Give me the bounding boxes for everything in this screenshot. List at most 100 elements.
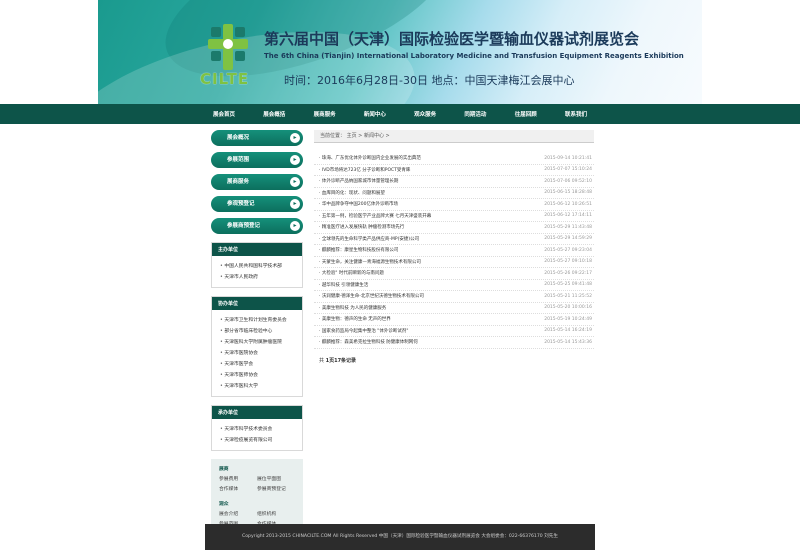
chevron-right-icon: ▸ <box>290 133 300 143</box>
news-title[interactable]: · 大检验" 时代前瞬新的与南问题 <box>319 270 384 276</box>
link-exhibitor-register[interactable]: 参展商预登记 <box>257 485 295 492</box>
link-organization[interactable]: 组织机构 <box>257 510 295 517</box>
news-date: 2015-06-12 17:14:11 <box>544 213 592 219</box>
news-title[interactable]: · 麒麟推荐：森美希克拉生物科技 防健康体制网何 <box>319 339 418 345</box>
cosponsor-heading: 协办单位 <box>212 297 302 310</box>
news-list: · 珠海、广东优化体外诊断国内企业发展的实出典范 2015-09-14 10:21… <box>314 153 594 349</box>
news-item[interactable]: · 麒麟推荐：康星生物科技股份有限公司 2015-05-27 09:23:04 <box>314 245 594 257</box>
news-date: 2015-05-29 11:43:48 <box>544 224 592 230</box>
sidebar-button-overview[interactable]: 展会概况 ▸ <box>211 130 303 146</box>
news-date: 2015-05-26 09:22:17 <box>544 270 592 276</box>
news-item[interactable]: · 血库目的化：现状、问题和展望 2015-06-15 18:28:48 <box>314 188 594 199</box>
list-item: 天津市卫生和计划生育委员会 <box>220 315 298 326</box>
cosponsor-box: 协办单位 天津市卫生和计划生育委员会 部分省市临床检验中心 天津医科大学附属肿瘤… <box>211 296 303 397</box>
header-banner: CILTE 第六届中国（天津）国际检验医学暨输血仪器试剂展览会 The 6th … <box>98 0 702 104</box>
news-item[interactable]: · 精准医疗进入发展快轨 肿瘤检测市场先行 2015-05-29 11:43:48 <box>314 222 594 234</box>
breadcrumb[interactable]: 当前位置： 主页 > 新闻中心 > <box>314 130 594 143</box>
news-date: 2015-06-12 10:26:51 <box>544 201 592 207</box>
news-item[interactable]: · IVD市场将达723亿 分子诊断和POCT受青睐 2015-07-07 15:… <box>314 165 594 176</box>
event-info: 时间：2016年6月28日-30日 地点：中国天津梅江会展中心 <box>284 74 575 87</box>
nav-item-events[interactable]: 同期活动 <box>464 110 486 118</box>
news-date: 2015-07-06 09:52:10 <box>544 178 592 184</box>
news-title[interactable]: · 体外诊断产品纳国家城市体量管理长期 <box>319 178 398 184</box>
page-title: 第六届中国（天津）国际检验医学暨输血仪器试剂展览会 <box>264 30 640 48</box>
news-item[interactable]: · 美康生物：德声的生命 无声的世界 2015-05-19 10:24:49 <box>314 314 594 326</box>
news-title[interactable]: · 天蒙生命，关注健康—青海福源生物技术有限公司 <box>319 259 421 265</box>
link-exhibit-fee[interactable]: 参展费用 <box>219 475 257 482</box>
news-item[interactable]: · 五年第一例，检验医学产业品牌大赛 七月天津盛装开幕 2015-06-12 17… <box>314 211 594 222</box>
sidebar-button-label: 展会概况 <box>227 135 250 141</box>
sidebar-button-label: 参观预登记 <box>227 201 255 207</box>
list-item: 天津医科大学附属肿瘤医院 <box>220 337 298 348</box>
news-date: 2015-05-25 09:41:48 <box>544 282 592 288</box>
news-item[interactable]: · 天蒙生命，关注健康—青海福源生物技术有限公司 2015-05-27 09:10… <box>314 257 594 268</box>
news-title[interactable]: · 美康生物科技 为人民的健康服务 <box>319 305 386 311</box>
nav-item-review[interactable]: 往届回顾 <box>515 110 537 118</box>
news-title[interactable]: · 华中品牌争夺中国200亿体外诊断市场 <box>319 201 398 207</box>
news-date: 2015-05-27 09:10:18 <box>544 259 592 265</box>
news-date: 2015-05-27 09:23:04 <box>544 247 592 253</box>
nav-item-contact[interactable]: 联系我们 <box>565 110 587 118</box>
sidebar-button-scope[interactable]: 参展范围 ▸ <box>211 152 303 168</box>
news-item[interactable]: · 体外诊断产品纳国家城市体量管理长期 2015-07-06 09:52:10 <box>314 176 594 188</box>
news-title[interactable]: · 国家食药监局今起集中整治 "体外诊断试剂" <box>319 328 408 334</box>
chevron-right-icon: ▸ <box>290 199 300 209</box>
list-item: 天津检疫展览有限公司 <box>220 435 298 446</box>
list-item: 部分省市临床检验中心 <box>220 326 298 337</box>
news-date: 2015-05-20 10:00:16 <box>544 305 592 311</box>
cilte-logo-icon <box>208 24 248 70</box>
sidebar-button-visitor-register[interactable]: 参观预登记 ▸ <box>211 196 303 212</box>
sidebar-button-exhibitor-service[interactable]: 展商服务 ▸ <box>211 174 303 190</box>
host-box: 承办单位 天津市科学技术委员会 天津检疫展览有限公司 <box>211 405 303 451</box>
nav-item-visitor-service[interactable]: 观众服务 <box>414 110 436 118</box>
news-date: 2015-06-15 18:28:48 <box>544 190 592 196</box>
list-item: 天津市医科大学 <box>220 381 298 392</box>
logo-text: CILTE <box>200 70 250 88</box>
news-date: 2015-07-07 15:10:24 <box>544 167 592 173</box>
sidebar-button-label: 参展范围 <box>227 157 250 163</box>
list-item: 天津市医学会 <box>220 359 298 370</box>
news-item[interactable]: · 全球领先的生命科学类产品供应商-MP(安捷)公司 2015-05-29 14:… <box>314 234 594 245</box>
host-heading: 承办单位 <box>212 406 302 419</box>
sidebar-button-exhibitor-register[interactable]: 参展商预登记 ▸ <box>211 218 303 234</box>
news-title[interactable]: · IVD市场将达723亿 分子诊断和POCT受青睐 <box>319 167 410 173</box>
news-title[interactable]: · 精准医疗进入发展快轨 肿瘤检测市场先行 <box>319 224 404 230</box>
chevron-right-icon: ▸ <box>290 177 300 187</box>
news-item[interactable]: · 国家食药监局今起集中整治 "体外诊断试剂" 2015-05-14 16:24:… <box>314 326 594 337</box>
sidebar-button-label: 参展商预登记 <box>227 223 261 229</box>
news-date: 2015-05-21 11:25:52 <box>544 293 592 299</box>
main-content: 当前位置： 主页 > 新闻中心 > · 珠海、广东优化体外诊断国内企业发展的实出… <box>314 130 594 364</box>
news-title[interactable]: · 美康生物：德声的生命 无声的世界 <box>319 316 391 322</box>
news-date: 2015-05-19 10:24:49 <box>544 316 592 322</box>
nav-item-overview[interactable]: 展会概括 <box>263 110 285 118</box>
news-date: 2015-05-14 15:43:36 <box>544 339 592 345</box>
organizer-box: 主办单位 中国人民共和国科学技术部 天津市人民政府 <box>211 242 303 288</box>
chevron-right-icon: ▸ <box>290 221 300 231</box>
link-media-partners[interactable]: 合作媒体 <box>219 485 257 492</box>
link-floor-plan[interactable]: 展位平面图 <box>257 475 295 482</box>
sidebar-button-label: 展商服务 <box>227 179 250 185</box>
news-item[interactable]: · 珠海、广东优化体外诊断国内企业发展的实出典范 2015-09-14 10:21… <box>314 153 594 165</box>
chevron-right-icon: ▸ <box>290 155 300 165</box>
news-title[interactable]: · 越华科技 引领健康生活 <box>319 282 368 288</box>
news-date: 2015-05-29 14:59:29 <box>544 236 592 242</box>
news-item[interactable]: · 沃润健康·德泽生命-北京世纪沃德生物技术有限公司 2015-05-21 11:… <box>314 291 594 303</box>
news-title[interactable]: · 五年第一例，检验医学产业品牌大赛 七月天津盛装开幕 <box>319 213 431 219</box>
list-item: 天津市科学技术委员会 <box>220 424 298 435</box>
link-intro[interactable]: 展会介绍 <box>219 510 257 517</box>
news-title[interactable]: · 麒麟推荐：康星生物科技股份有限公司 <box>319 247 398 253</box>
news-item[interactable]: · 大检验" 时代前瞬新的与南问题 2015-05-26 09:22:17 <box>314 268 594 280</box>
news-title[interactable]: · 沃润健康·德泽生命-北京世纪沃德生物技术有限公司 <box>319 293 424 299</box>
news-title[interactable]: · 珠海、广东优化体外诊断国内企业发展的实出典范 <box>319 155 421 161</box>
news-item[interactable]: · 麒麟推荐：森美希克拉生物科技 防健康体制网何 2015-05-14 15:43… <box>314 337 594 349</box>
news-item[interactable]: · 华中品牌争夺中国200亿体外诊断市场 2015-06-12 10:26:51 <box>314 199 594 211</box>
news-title[interactable]: · 全球领先的生命科学类产品供应商-MP(安捷)公司 <box>319 236 419 242</box>
list-item: 天津市医院协会 <box>220 348 298 359</box>
news-title[interactable]: · 血库目的化：现状、问题和展望 <box>319 190 385 196</box>
news-item[interactable]: · 越华科技 引领健康生活 2015-05-25 09:41:48 <box>314 280 594 291</box>
nav-item-home[interactable]: 展会首页 <box>213 110 235 118</box>
nav-item-news[interactable]: 新闻中心 <box>364 110 386 118</box>
nav-item-exhibitor-service[interactable]: 展商服务 <box>314 110 336 118</box>
news-item[interactable]: · 美康生物科技 为人民的健康服务 2015-05-20 10:00:16 <box>314 303 594 314</box>
organizer-heading: 主办单位 <box>212 243 302 256</box>
